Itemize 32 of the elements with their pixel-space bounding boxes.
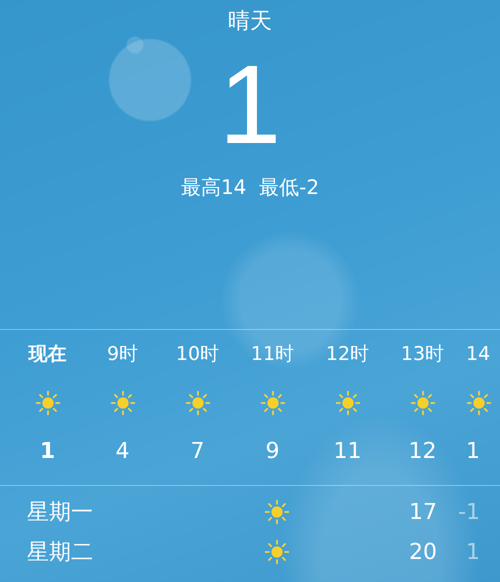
hour-temperature: 4 [116,438,130,466]
sun-icon [264,499,290,525]
hour-temperature: 11 [334,438,362,466]
high-low-temperature: 最高14 最低-2 [180,174,320,200]
sun-icon [334,390,360,416]
hour-label: 14 [466,342,490,366]
sun-icon [184,390,210,416]
hour-temperature: 12 [408,438,436,466]
hour-temperature: 7 [190,438,204,466]
high-temperature: 20 [408,540,437,564]
sun-icon [466,390,492,416]
hour-label: 12时 [326,342,370,366]
sun-icon [410,390,436,416]
low-temperature: 1 [465,540,481,564]
day-name: 星期二 [27,539,94,567]
high-temperature: 17 [408,500,437,524]
hour-label: 现在 [28,342,66,366]
hour-label: 13时 [400,342,444,366]
hour-label: 11时 [250,342,294,366]
hour-label: 9时 [106,342,138,366]
hour-label: 10时 [176,342,220,366]
sun-icon [260,390,286,416]
current-temperature: 1 [218,41,282,169]
hour-temperature: 1 [40,438,56,466]
sun-icon [34,390,60,416]
sun-icon [264,539,290,565]
low-temperature: -1 [457,500,481,524]
hour-temperature: 1 [466,438,480,466]
weather-condition: 晴天 [228,8,272,36]
sun-icon [110,390,136,416]
hour-temperature: 9 [266,438,280,466]
day-name: 星期一 [27,499,94,527]
